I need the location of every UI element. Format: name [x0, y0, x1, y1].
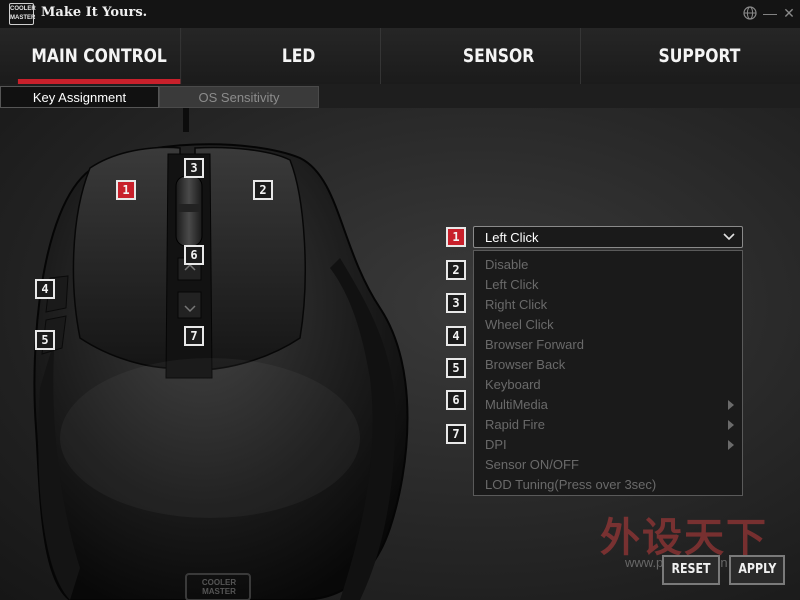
option-multimedia[interactable]: MultiMedia [485, 397, 548, 412]
tab-led[interactable]: LED [217, 28, 381, 84]
apply-button[interactable]: APPLY [729, 555, 785, 585]
mouse-button-5-marker[interactable]: 5 [35, 330, 55, 350]
option-wheel-click[interactable]: Wheel Click [485, 317, 554, 332]
option-keyboard[interactable]: Keyboard [485, 377, 541, 392]
submenu-arrow-icon [728, 440, 734, 450]
submenu-arrow-icon [728, 420, 734, 430]
submenu-arrow-icon [728, 400, 734, 410]
globe-icon[interactable] [741, 4, 759, 22]
tab-support-label: SUPPORT [658, 45, 741, 67]
assign-button-4[interactable]: 4 [446, 326, 466, 346]
mouse-button-4-marker[interactable]: 4 [35, 279, 55, 299]
tab-main-control[interactable]: MAIN CONTROL [17, 28, 182, 84]
apply-button-label: APPLY [737, 562, 777, 577]
logo-line-1: COOLER [10, 6, 36, 12]
option-left-click[interactable]: Left Click [485, 277, 538, 292]
mouse-button-7-marker[interactable]: 7 [184, 326, 204, 346]
assign-button-6[interactable]: 6 [446, 390, 466, 410]
title-bar: COOLER MASTER Make It Yours. — ✕ [0, 0, 800, 28]
main-nav: MAIN CONTROL LED SENSOR SUPPORT [0, 28, 800, 84]
logo-line-2: MASTER [10, 15, 36, 21]
chevron-down-icon [723, 233, 735, 241]
minimize-button[interactable]: — [761, 4, 779, 22]
mouse-button-1-marker[interactable]: 1 [116, 180, 136, 200]
assign-button-5[interactable]: 5 [446, 358, 466, 378]
assignment-select-value: Left Click [485, 230, 539, 245]
option-sensor-on-off[interactable]: Sensor ON/OFF [485, 457, 579, 472]
option-rapid-fire[interactable]: Rapid Fire [485, 417, 545, 432]
assign-button-1[interactable]: 1 [446, 227, 466, 247]
mouse-button-3-marker[interactable]: 3 [184, 158, 204, 178]
option-lod-tuning[interactable]: LOD Tuning(Press over 3sec) [485, 477, 656, 492]
option-browser-forward[interactable]: Browser Forward [485, 337, 584, 352]
tab-main-control-label: MAIN CONTROL [31, 45, 167, 67]
reset-button-label: RESET [671, 562, 711, 577]
mouse-logo-text: COOLER MASTER [201, 578, 237, 596]
assign-button-2[interactable]: 2 [446, 260, 466, 280]
assign-button-7[interactable]: 7 [446, 424, 466, 444]
assignment-dropdown: Disable Left Click Right Click Wheel Cli… [473, 250, 743, 496]
cooler-master-logo: COOLER MASTER [9, 3, 36, 25]
app-tagline: Make It Yours. [41, 5, 148, 20]
tab-support[interactable]: SUPPORT [617, 28, 782, 84]
assignment-select[interactable]: Left Click [473, 226, 743, 248]
tab-sensor-label: SENSOR [462, 45, 535, 67]
tab-led-label: LED [281, 45, 316, 67]
close-button[interactable]: ✕ [780, 4, 798, 22]
tab-sensor[interactable]: SENSOR [417, 28, 581, 84]
mouse-button-2-marker[interactable]: 2 [253, 180, 273, 200]
mouse-button-6-marker[interactable]: 6 [184, 245, 204, 265]
sub-tabs: Key Assignment OS Sensitivity [0, 86, 800, 108]
option-browser-back[interactable]: Browser Back [485, 357, 565, 372]
option-disable[interactable]: Disable [485, 257, 528, 272]
option-dpi[interactable]: DPI [485, 437, 507, 452]
reset-button[interactable]: RESET [662, 555, 720, 585]
assign-button-3[interactable]: 3 [446, 293, 466, 313]
option-right-click[interactable]: Right Click [485, 297, 547, 312]
subtab-os-sensitivity[interactable]: OS Sensitivity [159, 86, 319, 108]
subtab-key-assignment[interactable]: Key Assignment [0, 86, 159, 108]
